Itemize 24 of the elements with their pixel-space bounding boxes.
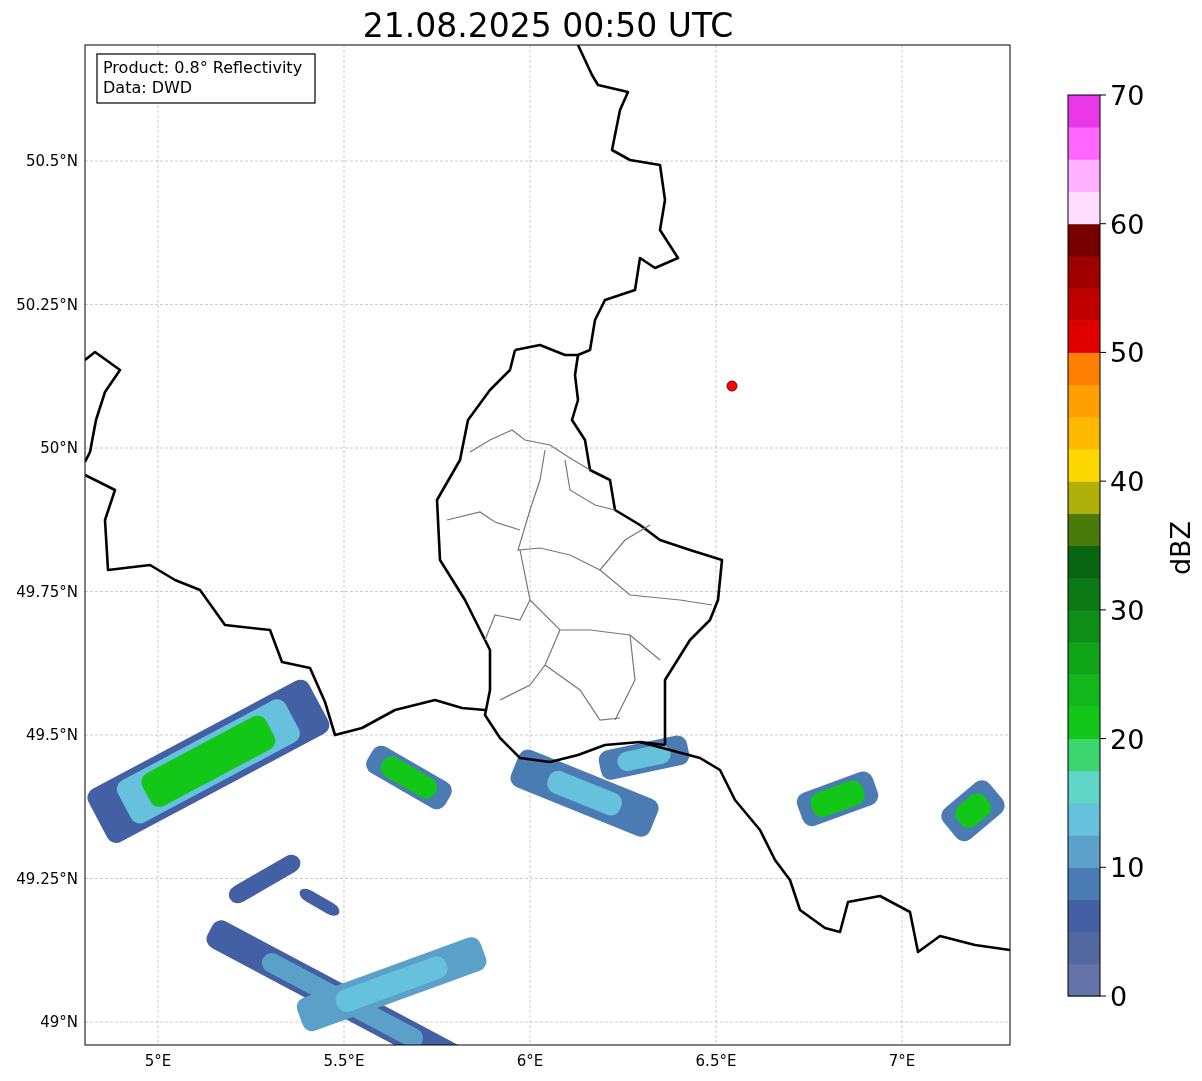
latitude-label: 49.75°N [16, 582, 78, 601]
chart-title: 21.08.2025 00:50 UTC [362, 6, 734, 45]
info-text: Product: 0.8° Reflectivity [103, 58, 303, 77]
longitude-label: 6°E [516, 1052, 544, 1070]
colorbar-tick-label: 60 [1110, 208, 1145, 240]
info-text: Data: DWD [103, 78, 193, 97]
longitude-label: 5°E [144, 1052, 172, 1070]
latitude-label: 49.25°N [16, 869, 78, 888]
colorbar-tick-label: 20 [1110, 723, 1145, 755]
latitude-label: 49°N [40, 1013, 78, 1031]
colorbar-tick-label: 50 [1110, 337, 1145, 369]
longitude-label: 6.5°E [695, 1052, 737, 1070]
latitude-label: 49.5°N [25, 726, 78, 744]
latitude-label: 50.25°N [16, 295, 78, 314]
latitude-label: 50.5°N [25, 152, 78, 170]
colorbar-tick-label: 30 [1110, 594, 1145, 626]
colorbar-tick-label: 70 [1110, 80, 1145, 111]
colorbar-tick-label: 40 [1110, 466, 1145, 498]
colorbar-tick-label: 0 [1110, 981, 1128, 1012]
latitude-label: 50°N [40, 439, 78, 457]
longitude-label: 7°E [888, 1052, 916, 1070]
colorbar-label: dBZ [1165, 520, 1196, 576]
longitude-label: 5.5°E [323, 1052, 365, 1070]
colorbar-tick-label: 10 [1110, 852, 1145, 884]
